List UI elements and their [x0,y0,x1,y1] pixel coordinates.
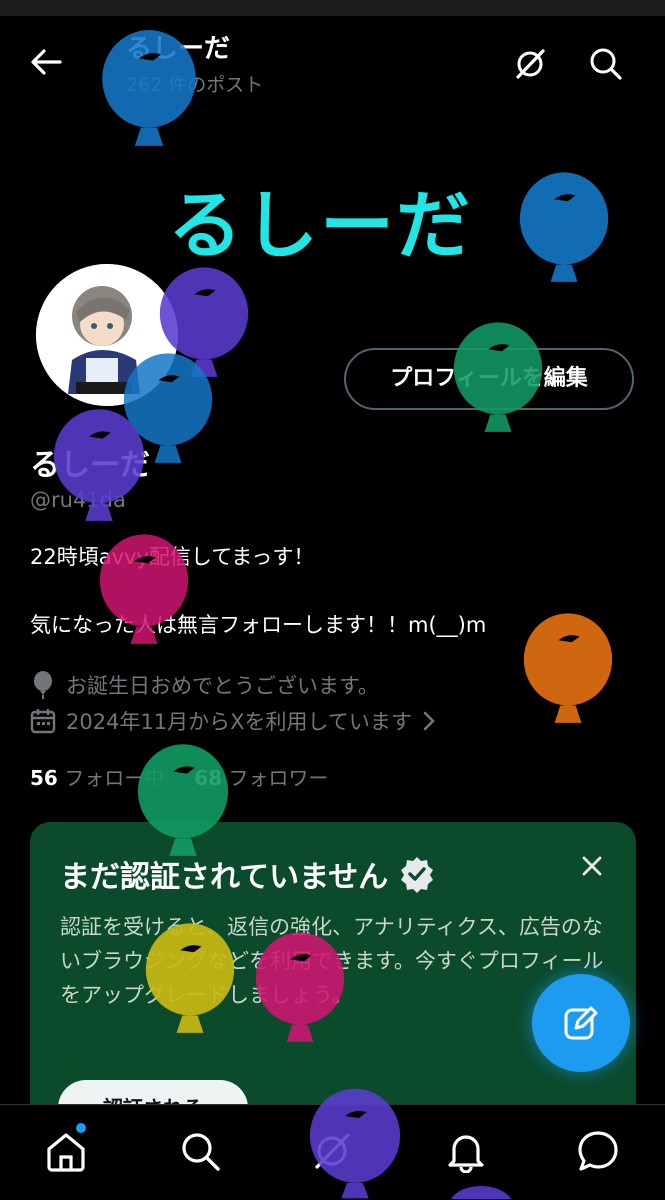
home-icon[interactable] [44,1129,88,1173]
balloon-green-2 [137,744,229,856]
calendar-icon [30,709,56,734]
joined-row[interactable]: 2024年11月からXを利用しています [30,706,436,736]
compose-icon [564,1006,598,1040]
balloon-purple-2 [53,409,145,521]
balloon-orange-1 [523,613,613,723]
compose-button[interactable] [532,974,630,1072]
followers-label: フォロワー [228,766,329,790]
birthday-row: お誕生日おめでとうございます。 [30,670,379,700]
banner-text: るしーだ [168,183,472,269]
notifications-icon[interactable] [444,1129,488,1173]
arrow-left-icon[interactable] [26,46,66,78]
status-bar [0,0,665,16]
verified-badge-icon [401,857,434,893]
chevron-right-icon [423,711,435,731]
search-icon[interactable] [178,1129,222,1173]
verification-title-row: まだ認証されていません [60,852,436,896]
home-unread-dot [76,1123,86,1133]
close-icon[interactable] [576,850,608,882]
balloon-purple-4 [451,1186,511,1199]
balloon-purple-3 [309,1088,401,1199]
balloon-blue-1 [102,30,196,146]
following-count: 56 [30,766,58,790]
balloon-icon [34,671,52,699]
balloon-yellow-1 [145,923,235,1033]
search-icon[interactable] [586,46,626,82]
balloon-magenta-1 [99,534,189,644]
joined-text: 2024年11月からXを利用しています [66,710,412,734]
messages-icon[interactable] [576,1129,620,1173]
balloon-green-1 [453,322,543,432]
balloon-blue-2 [519,172,609,282]
grok-icon[interactable] [510,46,550,82]
balloon-magenta-2 [255,932,345,1042]
birthday-text: お誕生日おめでとうございます。 [66,674,379,698]
